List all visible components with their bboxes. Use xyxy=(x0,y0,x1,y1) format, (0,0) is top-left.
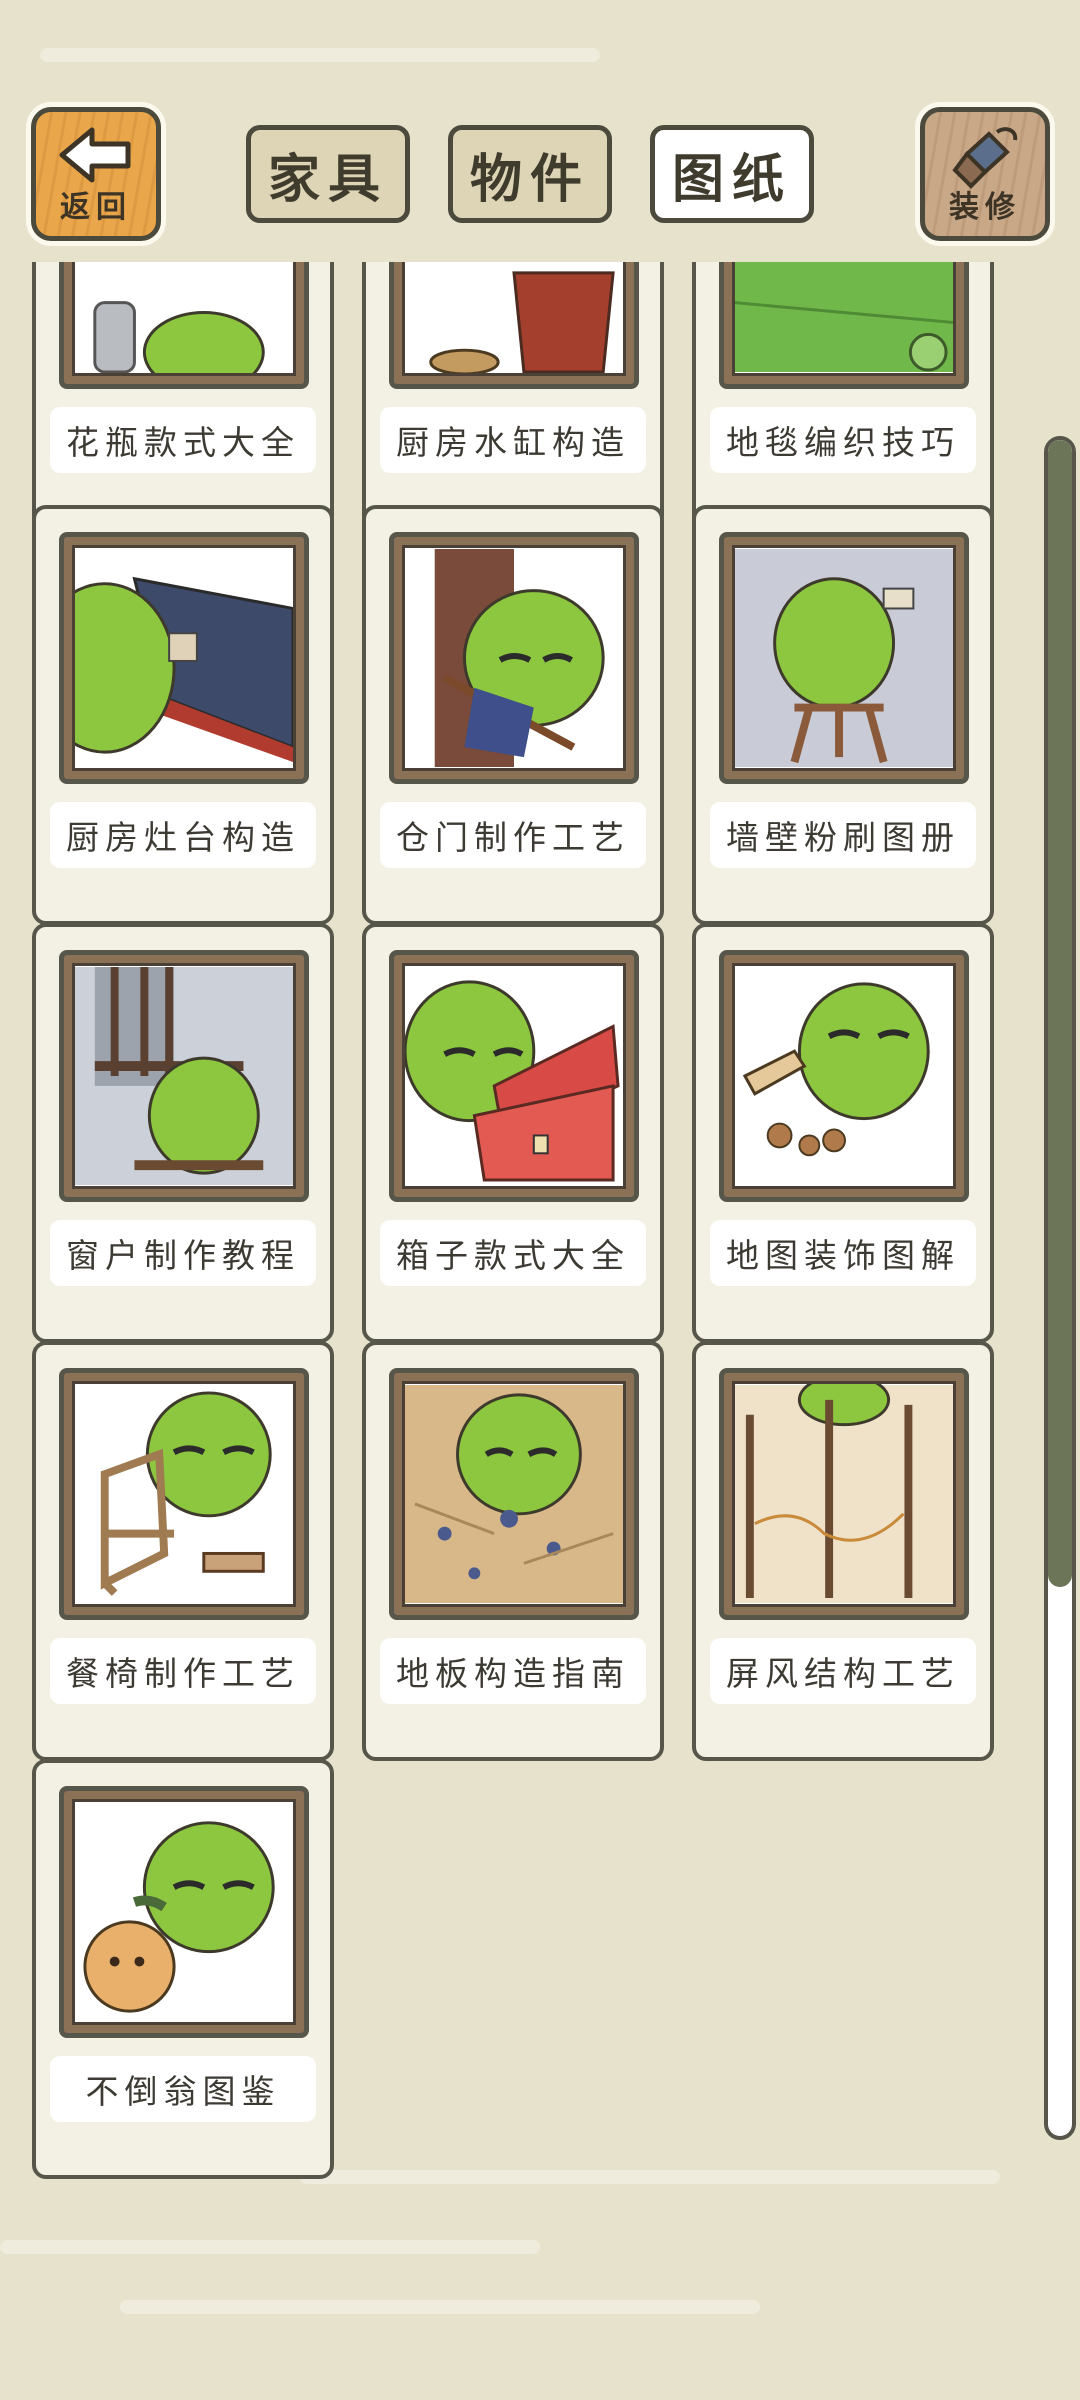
blueprint-title: 箱子款式大全 xyxy=(380,1220,646,1286)
scrollbar-thumb[interactable] xyxy=(1048,440,1072,1587)
blueprint-title: 地图装饰图解 xyxy=(710,1220,976,1286)
back-button[interactable]: 返回 xyxy=(31,107,161,241)
blueprint-title: 地毯编织技巧 xyxy=(710,407,976,473)
tab-blueprints[interactable]: 图纸 xyxy=(650,125,814,223)
blueprint-title: 仓门制作工艺 xyxy=(380,802,646,868)
blueprint-card[interactable]: 餐椅制作工艺 xyxy=(32,1341,334,1761)
wall-painting-picture xyxy=(719,532,969,784)
top-bar: 返回 家具 物件 图纸 装修 xyxy=(0,0,1080,262)
map-picture xyxy=(719,950,969,1202)
blueprint-card[interactable]: 地图装饰图解 xyxy=(692,923,994,1343)
blueprint-grid: 花瓶款式大全 厨房水缸构造 地毯编织技巧 厨房灶台构造 仓门制作工艺 墙壁粉刷图… xyxy=(0,262,1040,2362)
blueprint-card[interactable]: 地毯编织技巧 xyxy=(692,262,994,530)
stove-picture xyxy=(59,532,309,784)
blueprint-title: 厨房灶台构造 xyxy=(50,802,316,868)
blueprint-card[interactable]: 不倒翁图鉴 xyxy=(32,1759,334,2179)
blueprint-title: 窗户制作教程 xyxy=(50,1220,316,1286)
blueprint-title: 地板构造指南 xyxy=(380,1638,646,1704)
floor-picture xyxy=(389,1368,639,1620)
tab-furniture[interactable]: 家具 xyxy=(246,125,410,223)
blueprint-title: 餐椅制作工艺 xyxy=(50,1638,316,1704)
blueprint-card[interactable]: 地板构造指南 xyxy=(362,1341,664,1761)
blueprint-card[interactable]: 仓门制作工艺 xyxy=(362,505,664,925)
blueprint-card[interactable]: 花瓶款式大全 xyxy=(32,262,334,530)
chair-picture xyxy=(59,1368,309,1620)
blueprint-title: 不倒翁图鉴 xyxy=(50,2056,316,2122)
door-picture xyxy=(389,532,639,784)
scrollbar[interactable] xyxy=(1044,436,1076,2140)
window-picture xyxy=(59,950,309,1202)
tumbler-picture xyxy=(59,1786,309,2038)
blueprint-card[interactable]: 窗户制作教程 xyxy=(32,923,334,1343)
rug-picture xyxy=(719,262,969,389)
vase-picture xyxy=(59,262,309,389)
blueprint-title: 墙壁粉刷图册 xyxy=(710,802,976,868)
tab-objects[interactable]: 物件 xyxy=(448,125,612,223)
blueprint-title: 厨房水缸构造 xyxy=(380,407,646,473)
screen-picture xyxy=(719,1368,969,1620)
back-arrow-icon xyxy=(56,124,136,190)
blueprint-card[interactable]: 屏风结构工艺 xyxy=(692,1341,994,1761)
paint-brush-icon xyxy=(945,124,1025,198)
decorate-button[interactable]: 装修 xyxy=(920,107,1050,241)
blueprint-title: 屏风结构工艺 xyxy=(710,1638,976,1704)
blueprint-title: 花瓶款式大全 xyxy=(50,407,316,473)
blueprint-card[interactable]: 厨房灶台构造 xyxy=(32,505,334,925)
blueprint-card[interactable]: 墙壁粉刷图册 xyxy=(692,505,994,925)
water-jar-picture xyxy=(389,262,639,389)
chest-picture xyxy=(389,950,639,1202)
blueprint-card[interactable]: 箱子款式大全 xyxy=(362,923,664,1343)
blueprint-card[interactable]: 厨房水缸构造 xyxy=(362,262,664,530)
